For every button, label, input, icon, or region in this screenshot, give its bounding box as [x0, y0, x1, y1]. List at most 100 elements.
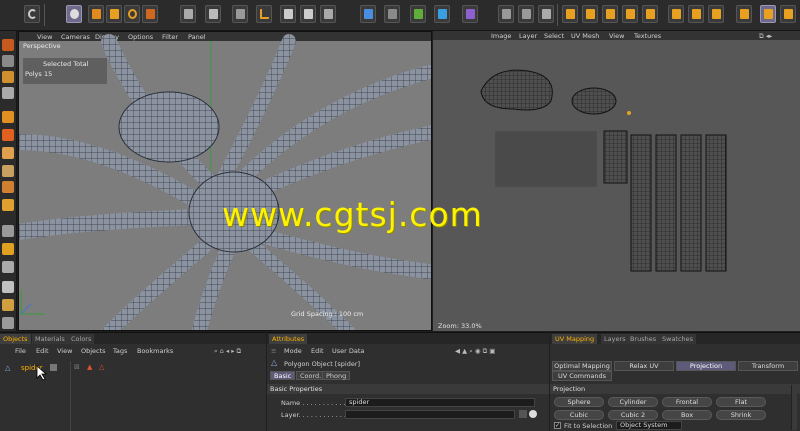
attributes-nav-icons[interactable]: ◀ ▲ ⌕ ◉ ⧉ ▣ [455, 347, 495, 356]
object-row-spider[interactable]: △ spider ⊠ ▲ △ [3, 363, 123, 373]
light-button[interactable] [538, 5, 554, 23]
attributes-menu-mode[interactable]: Mode [284, 347, 302, 355]
uv-points-button[interactable] [622, 5, 638, 23]
search-tool-button[interactable] [2, 281, 14, 293]
uv-texture-view[interactable]: Image Layer Select UV Mesh View Textures… [433, 31, 800, 331]
subtab-phong[interactable]: Phong [322, 371, 351, 380]
edges-mode-button[interactable] [582, 5, 598, 23]
drop-tool-button[interactable] [2, 199, 14, 211]
polygons-icon [606, 9, 615, 19]
render-icon [236, 9, 245, 19]
coordinate-system-button[interactable] [205, 5, 221, 23]
scene-button[interactable] [498, 5, 514, 23]
objects-menu-file[interactable]: File [15, 347, 26, 355]
layer-dropdown-arrow-icon[interactable] [519, 410, 527, 418]
texture-mode-button[interactable] [2, 71, 14, 83]
tab-brushes[interactable]: Brushes [627, 334, 660, 344]
mode-tab-projection[interactable]: Projection [676, 361, 736, 371]
uv-edit-mode-button[interactable] [760, 5, 776, 23]
gradient-tool-button[interactable] [2, 165, 14, 177]
mode-tab-relax-uv[interactable]: Relax UV [614, 361, 674, 371]
visibility-dots-icon[interactable] [50, 364, 57, 371]
layout-button-3[interactable] [708, 5, 724, 23]
tab-objects[interactable]: Objects [0, 334, 31, 344]
name-field[interactable]: spider [345, 398, 535, 407]
objects-nav-icons[interactable]: ⌕ ⌂ ◂ ▸ ⧉ [214, 347, 241, 356]
objects-menu-view[interactable]: View [57, 347, 72, 355]
points-mode-button[interactable] [562, 5, 578, 23]
camera-button[interactable] [518, 5, 534, 23]
tab-colors[interactable]: Colors [68, 334, 95, 344]
make-editable-button[interactable] [2, 39, 14, 51]
tab-uv-mapping[interactable]: UV Mapping [552, 334, 598, 344]
snap-button[interactable] [736, 5, 752, 23]
mode-tab-uv-commands[interactable]: UV Commands [552, 371, 612, 381]
brush-tool-button[interactable] [2, 111, 14, 123]
cubic-2-button[interactable]: Cubic 2 [608, 410, 658, 420]
tab-attributes[interactable]: Attributes [269, 334, 308, 344]
objects-menu-bookmarks[interactable]: Bookmarks [137, 347, 173, 355]
spline-pen-button[interactable] [256, 5, 272, 23]
deformer-button[interactable] [462, 5, 478, 23]
transform-tool-button[interactable] [142, 5, 158, 23]
workplane-button[interactable] [780, 5, 796, 23]
rotate-tool-button[interactable] [124, 5, 140, 23]
move-tool-button[interactable] [106, 5, 122, 23]
undo-button[interactable] [24, 5, 40, 23]
objects-menu-tags[interactable]: Tags [113, 347, 127, 355]
fit-to-selection-checkbox[interactable]: ✓ [554, 422, 561, 429]
uv-polygons-button[interactable] [642, 5, 658, 23]
cylinder-button[interactable]: Cylinder [608, 397, 658, 407]
eyedropper-button[interactable] [2, 261, 14, 273]
objects-menu-edit[interactable]: Edit [36, 347, 49, 355]
settings-tool-button[interactable] [2, 317, 14, 329]
rotate-icon [128, 9, 137, 19]
eraser-tool-button[interactable] [2, 147, 14, 159]
projection-system-select[interactable]: Object System [616, 421, 682, 430]
pen-button[interactable] [384, 5, 400, 23]
layer-pick-icon[interactable] [529, 410, 537, 418]
magnet-tool-button[interactable] [2, 299, 14, 311]
flat-button[interactable]: Flat [716, 397, 766, 407]
subtab-basic[interactable]: Basic [270, 371, 296, 380]
cubic-button[interactable]: Cubic [554, 410, 604, 420]
tab-swatches[interactable]: Swatches [659, 334, 697, 344]
uv-panel-scrollbar[interactable] [791, 385, 797, 430]
perspective-viewport[interactable]: View Cameras Display Options Filter Pane… [18, 31, 432, 331]
mode-tab-transform[interactable]: Transform [738, 361, 798, 371]
polygons-mode-button[interactable] [602, 5, 618, 23]
render-settings-button[interactable] [320, 5, 336, 23]
tab-materials[interactable]: Materials [32, 334, 68, 344]
array-button[interactable] [434, 5, 450, 23]
attributes-menu-user-data[interactable]: User Data [332, 347, 364, 355]
sphere-button[interactable]: Sphere [554, 397, 604, 407]
layer-field[interactable] [345, 410, 515, 419]
workplane-mode-button[interactable] [2, 87, 14, 99]
layout-button-1[interactable] [668, 5, 684, 23]
phong-tag-icon[interactable]: △ [99, 363, 104, 371]
uvw-tag-icon[interactable]: ⊠ [74, 363, 80, 371]
fill-tool-button[interactable] [2, 181, 14, 193]
line-tool-button[interactable] [2, 225, 14, 237]
objects-menu-objects[interactable]: Objects [81, 347, 106, 355]
selection-tag-icon[interactable]: ▲ [87, 363, 92, 371]
frontal-button[interactable]: Frontal [662, 397, 712, 407]
paint-tool-button[interactable] [2, 129, 14, 141]
attributes-menu-edit[interactable]: Edit [311, 347, 324, 355]
subtab-coord[interactable]: Coord. [296, 371, 326, 380]
scale-tool-button[interactable] [88, 5, 104, 23]
cube-button[interactable] [360, 5, 376, 23]
star-tool-button[interactable] [2, 243, 14, 255]
model-mode-button[interactable] [2, 55, 14, 67]
box-button[interactable]: Box [662, 410, 712, 420]
tab-layers[interactable]: Layers [601, 334, 629, 344]
shrink-button[interactable]: Shrink [716, 410, 766, 420]
render-region-button[interactable] [232, 5, 248, 23]
render-picture-button[interactable] [300, 5, 316, 23]
live-selection-button[interactable] [66, 5, 82, 23]
render-view-button[interactable] [280, 5, 296, 23]
mode-tab-optimal-mapping[interactable]: Optimal Mapping [552, 361, 612, 371]
nurbs-button[interactable] [410, 5, 426, 23]
layout-button-2[interactable] [688, 5, 704, 23]
axis-x-button[interactable] [180, 5, 196, 23]
